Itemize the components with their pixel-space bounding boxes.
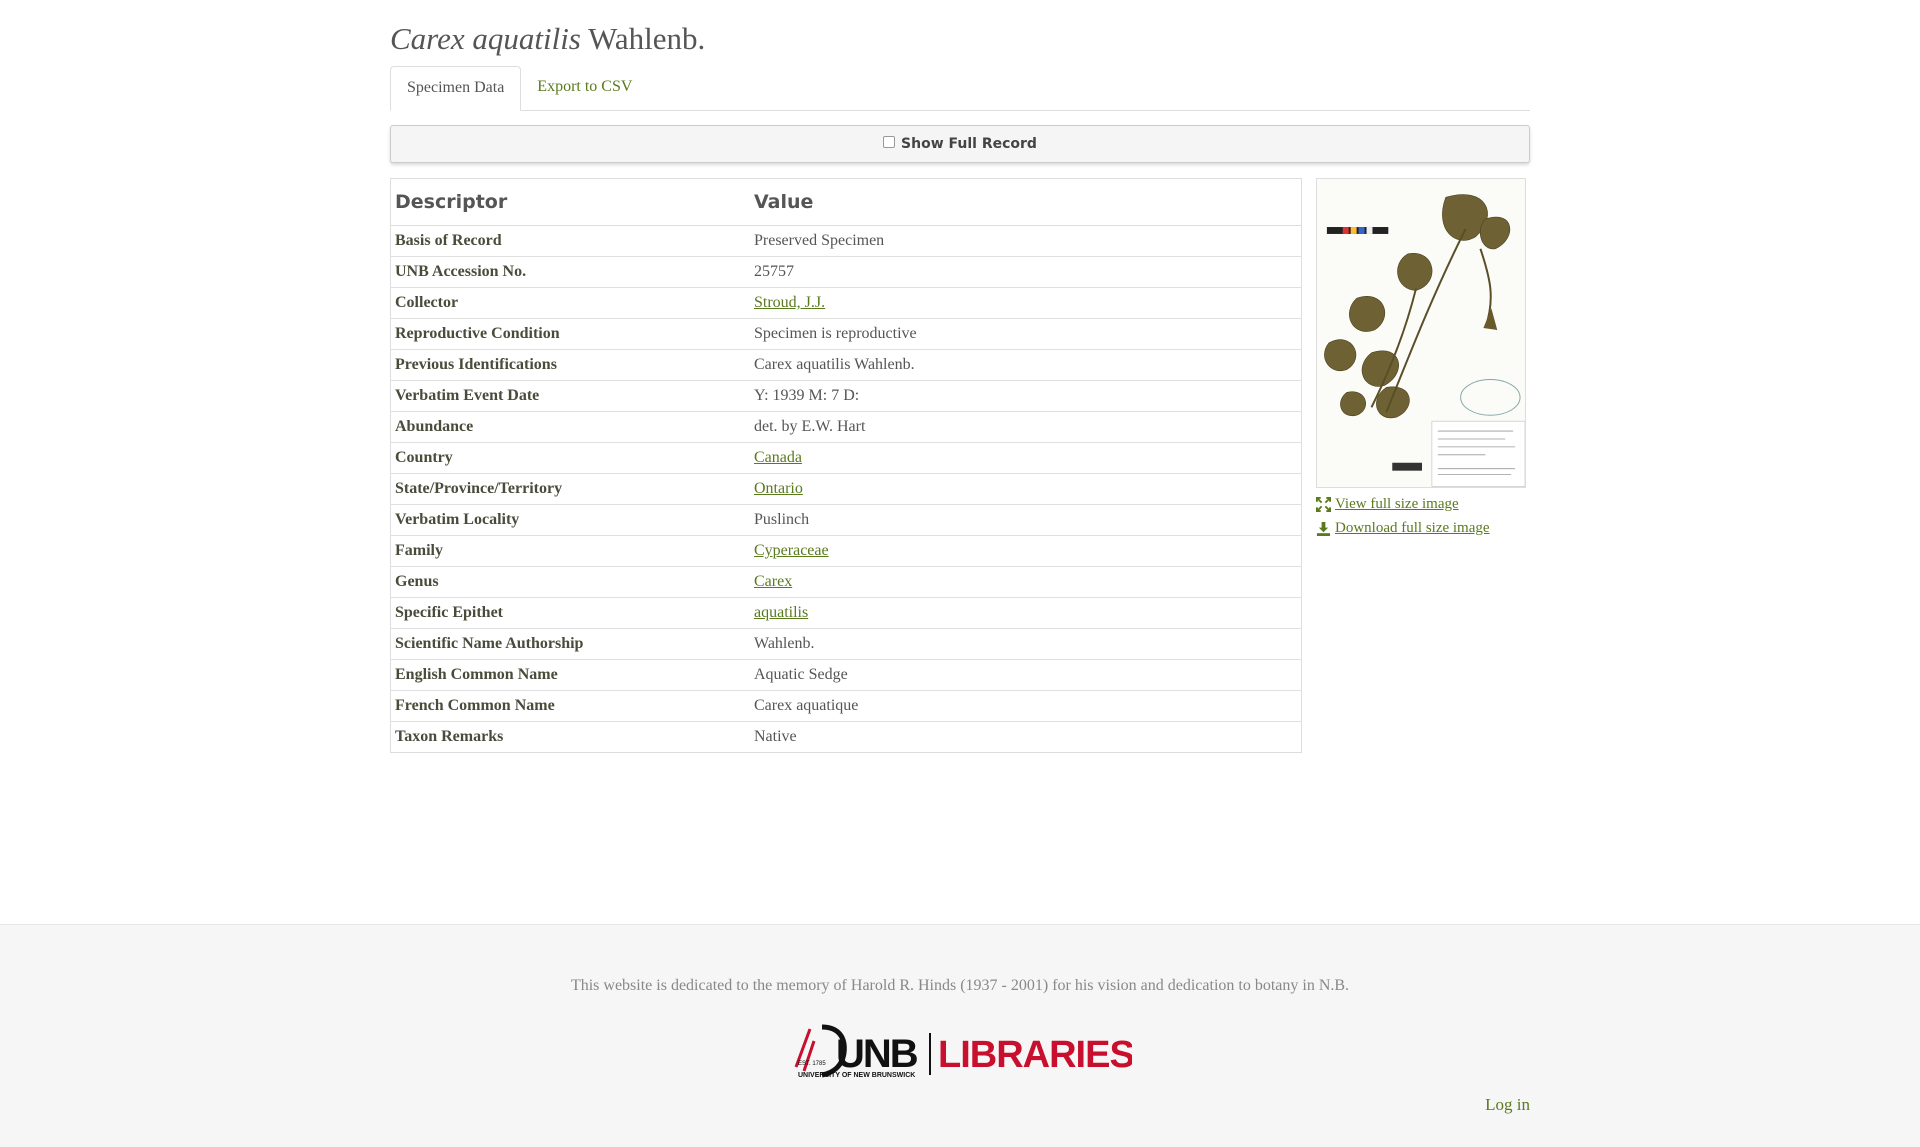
row-value-cell: Canada: [750, 442, 1302, 474]
row-value: Y: 1939 M: 7 D:: [750, 380, 1302, 412]
row-value: Puslinch: [750, 504, 1302, 536]
row-value: 25757: [750, 256, 1302, 288]
row-value: Specimen is reproductive: [750, 318, 1302, 350]
row-value-link[interactable]: Cyperaceae: [754, 542, 829, 559]
table-body: Basis of Record Preserved Specimen UNB Acc…: [390, 225, 1302, 753]
unb-libraries-logo[interactable]: EST. 1785 UNB UNIVERSITY OF NEW BRUNSWIC…: [792, 1023, 1132, 1079]
table-row: UNB Accession No. 25757: [390, 256, 1302, 288]
row-descriptor: Verbatim Locality: [390, 504, 750, 536]
table-row: English Common Name Aquatic Sedge: [390, 659, 1302, 691]
title-author: Wahlenb.: [588, 21, 706, 56]
table-row: Reproductive Condition Specimen is reprod…: [390, 318, 1302, 350]
view-full-size-label: View full size image: [1335, 495, 1459, 512]
download-icon: [1316, 521, 1331, 536]
row-value: Aquatic Sedge: [750, 659, 1302, 691]
table-header-row: Descriptor Value: [390, 178, 1302, 226]
row-descriptor: Family: [390, 535, 750, 567]
tab-specimen-data[interactable]: Specimen Data: [390, 66, 522, 111]
svg-text:UNIVERSITY OF NEW BRUNSWICK: UNIVERSITY OF NEW BRUNSWICK: [798, 1072, 915, 1079]
title-taxon: Carex aquatilis: [390, 21, 581, 56]
table-row: Specific Epithet aquatilis: [390, 597, 1302, 629]
row-value-cell: Cyperaceae: [750, 535, 1302, 567]
row-value: Wahlenb.: [750, 628, 1302, 660]
row-value-link[interactable]: aquatilis: [754, 604, 808, 621]
specimen-data-table: Descriptor Value Basis of Record Preserve…: [390, 178, 1302, 753]
row-value-link[interactable]: Stroud, J.J.: [754, 294, 825, 311]
svg-text:EST. 1785: EST. 1785: [798, 1061, 826, 1067]
row-descriptor: Verbatim Event Date: [390, 380, 750, 412]
row-descriptor: Abundance: [390, 411, 750, 443]
page-title: Carex aquatilis Wahlenb.: [390, 0, 1530, 58]
svg-text:UNB: UNB: [836, 1032, 918, 1076]
row-descriptor: Country: [390, 442, 750, 474]
svg-text:LIBRARIES: LIBRARIES: [938, 1034, 1132, 1076]
row-descriptor: Taxon Remarks: [390, 721, 750, 753]
table-row: Taxon Remarks Native: [390, 721, 1302, 753]
view-full-size-link[interactable]: View full size image: [1316, 496, 1530, 512]
row-descriptor: English Common Name: [390, 659, 750, 691]
table-row: Verbatim Locality Puslinch: [390, 504, 1302, 536]
table-row: Family Cyperaceae: [390, 535, 1302, 567]
show-full-record-checkbox[interactable]: [883, 136, 896, 148]
row-descriptor: Collector: [390, 287, 750, 319]
row-value-cell: Carex: [750, 566, 1302, 598]
row-value: det. by E.W. Hart: [750, 411, 1302, 443]
show-full-record-label: Show Full Record: [901, 136, 1037, 152]
row-value: Preserved Specimen: [750, 225, 1302, 257]
row-descriptor: Previous Identifications: [390, 349, 750, 381]
row-descriptor: Scientific Name Authorship: [390, 628, 750, 660]
descriptor-column-header: Descriptor: [390, 178, 750, 226]
row-value-cell: Ontario: [750, 473, 1302, 505]
row-value-link[interactable]: Ontario: [754, 480, 803, 497]
tab-export-csv[interactable]: Export to CSV: [521, 66, 648, 109]
table-row: Previous Identifications Carex aquatilis …: [390, 349, 1302, 381]
table-row: Verbatim Event Date Y: 1939 M: 7 D:: [390, 380, 1302, 412]
page-container: Carex aquatilis Wahlenb. Specimen Data E…: [390, 0, 1530, 753]
row-value: Native: [750, 721, 1302, 753]
table-row: Country Canada: [390, 442, 1302, 474]
row-descriptor: Reproductive Condition: [390, 318, 750, 350]
value-column-header: Value: [750, 178, 1302, 226]
row-value-cell: aquatilis: [750, 597, 1302, 629]
table-row: Scientific Name Authorship Wahlenb.: [390, 628, 1302, 660]
table-row: Basis of Record Preserved Specimen: [390, 225, 1302, 257]
row-descriptor: Basis of Record: [390, 225, 750, 257]
row-value-link[interactable]: Canada: [754, 449, 802, 466]
table-row: Collector Stroud, J.J.: [390, 287, 1302, 319]
download-full-size-label: Download full size image: [1335, 519, 1490, 536]
show-full-record-toggle[interactable]: Show Full Record: [390, 125, 1530, 163]
expand-icon: [1316, 496, 1331, 512]
login-link[interactable]: Log in: [1485, 1095, 1530, 1115]
row-value-cell: Stroud, J.J.: [750, 287, 1302, 319]
specimen-image-panel: View full size image Download full size …: [1316, 178, 1530, 536]
download-full-size-link[interactable]: Download full size image: [1316, 520, 1530, 536]
row-value-link[interactable]: Carex: [754, 573, 792, 590]
footer: This website is dedicated to the memory …: [0, 924, 1920, 1147]
table-row: French Common Name Carex aquatique: [390, 690, 1302, 722]
table-row: Abundance det. by E.W. Hart: [390, 411, 1302, 443]
table-row: State/Province/Territory Ontario: [390, 473, 1302, 505]
table-row: Genus Carex: [390, 566, 1302, 598]
row-descriptor: Specific Epithet: [390, 597, 750, 629]
row-value: Carex aquatique: [750, 690, 1302, 722]
row-descriptor: State/Province/Territory: [390, 473, 750, 505]
footer-dedication: This website is dedicated to the memory …: [570, 977, 1350, 994]
row-descriptor: Genus: [390, 566, 750, 598]
specimen-thumbnail[interactable]: [1316, 178, 1526, 488]
row-descriptor: UNB Accession No.: [390, 256, 750, 288]
row-value: Carex aquatilis Wahlenb.: [750, 349, 1302, 381]
row-descriptor: French Common Name: [390, 690, 750, 722]
tab-bar: Specimen Data Export to CSV: [390, 66, 1530, 111]
